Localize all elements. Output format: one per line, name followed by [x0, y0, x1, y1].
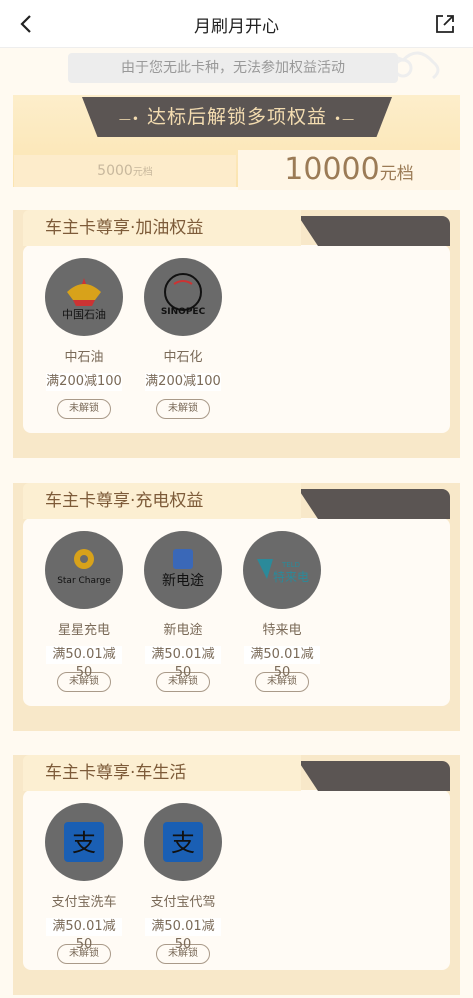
section-header-dark [298, 489, 450, 519]
benefit-item-alipay-carwash[interactable]: 支 支付宝洗车 满50.01减50 未解锁 [39, 803, 129, 964]
charging-benefits-section: 车主卡尊享·充电权益 Star Charge 星星充电 满50.01减50 未解… [13, 483, 460, 731]
sinopec-logo-icon: SINOPEC [144, 258, 222, 336]
section-header-dark [298, 761, 450, 791]
alipay-logo-icon: 支 [144, 803, 222, 881]
page-title: 月刷月开心 [194, 17, 279, 37]
benefit-item-xindiantu[interactable]: 新电途 新电途 满50.01减50 未解锁 [138, 531, 228, 692]
benefit-item-alipay-designated-driver[interactable]: 支 支付宝代驾 满50.01减50 未解锁 [138, 803, 228, 964]
petrochina-logo-icon: 中国石油 [45, 258, 123, 336]
locked-badge: 未解锁 [156, 672, 210, 692]
benefit-offer: 满200减100 [46, 373, 122, 391]
locked-badge: 未解锁 [255, 672, 309, 692]
ineligible-notice: 由于您无此卡种，无法参加权益活动 [68, 53, 398, 83]
benefit-offer: 满200减100 [145, 373, 221, 391]
locked-badge: 未解锁 [57, 399, 111, 419]
section-header-dark [298, 216, 450, 246]
xindiantu-emblem-icon: 新电途 [162, 549, 204, 589]
fuel-benefits-section: 车主卡尊享·加油权益 中国石油 中石油 满200减100 未解锁 SINOPEC… [13, 210, 460, 458]
benefit-item-teld[interactable]: TELD 特来电 特来电 满50.01减50 未解锁 [237, 531, 327, 692]
alipay-emblem-icon: 支 [163, 822, 203, 862]
petrochina-emblem-icon: 中国石油 [62, 278, 106, 321]
benefit-offer: 满50.01减50 [244, 646, 320, 680]
share-icon [436, 15, 454, 33]
svg-text:支: 支 [72, 829, 96, 857]
svg-text:Star Charge: Star Charge [57, 576, 111, 586]
benefit-name: 中石油 [64, 350, 104, 365]
svg-text:特来电: 特来电 [273, 569, 309, 584]
star-charge-logo-icon: Star Charge [45, 531, 123, 609]
locked-badge: 未解锁 [156, 944, 210, 964]
benefit-offer: 满50.01减50 [145, 918, 221, 952]
share-button[interactable] [431, 10, 459, 38]
benefit-name: 新电途 [163, 623, 203, 638]
locked-badge: 未解锁 [57, 672, 111, 692]
svg-text:TELD: TELD [281, 561, 300, 569]
benefit-item-sinopec[interactable]: SINOPEC 中石化 满200减100 未解锁 [138, 258, 228, 419]
locked-badge: 未解锁 [156, 399, 210, 419]
benefit-name: 特来电 [262, 623, 302, 638]
sinopec-emblem-icon: SINOPEC [161, 273, 206, 317]
benefit-name: 支付宝洗车 [51, 895, 117, 910]
benefit-item-petrochina[interactable]: 中国石油 中石油 满200减100 未解锁 [39, 258, 129, 419]
hero-ribbon-text: —• 达标后解锁多项权益 •— [118, 106, 356, 128]
svg-text:支: 支 [171, 829, 195, 857]
section-title: 车主卡尊享·车生活 [23, 755, 301, 791]
locked-badge: 未解锁 [57, 944, 111, 964]
benefit-offer: 满50.01减50 [46, 646, 122, 680]
star-charge-emblem-icon: Star Charge [57, 549, 111, 586]
benefit-offer: 满50.01减50 [145, 646, 221, 680]
benefit-name: 中石化 [163, 350, 203, 365]
car-life-section: 车主卡尊享·车生活 支 支付宝洗车 满50.01减50 未解锁 支 支付宝代驾 … [13, 755, 460, 995]
alipay-emblem-icon: 支 [64, 822, 104, 862]
section-title: 车主卡尊享·充电权益 [23, 483, 301, 519]
section-title: 车主卡尊享·加油权益 [23, 210, 301, 246]
benefit-item-star-charge[interactable]: Star Charge 星星充电 满50.01减50 未解锁 [39, 531, 129, 692]
benefit-name: 支付宝代驾 [150, 895, 216, 910]
teld-logo-icon: TELD 特来电 [243, 531, 321, 609]
alipay-logo-icon: 支 [45, 803, 123, 881]
svg-text:SINOPEC: SINOPEC [161, 307, 206, 317]
benefit-offer: 满50.01减50 [46, 918, 122, 952]
teld-emblem-icon: TELD 特来电 [257, 559, 309, 584]
tier-10000-tab[interactable]: 10000元档 [238, 150, 460, 190]
benefit-name: 星星充电 [57, 623, 110, 638]
svg-text:新电途: 新电途 [162, 572, 204, 589]
svg-text:中国石油: 中国石油 [62, 307, 106, 321]
xindiantu-logo-icon: 新电途 [144, 531, 222, 609]
tier-5000-tab[interactable]: 5000元档 [14, 155, 236, 187]
